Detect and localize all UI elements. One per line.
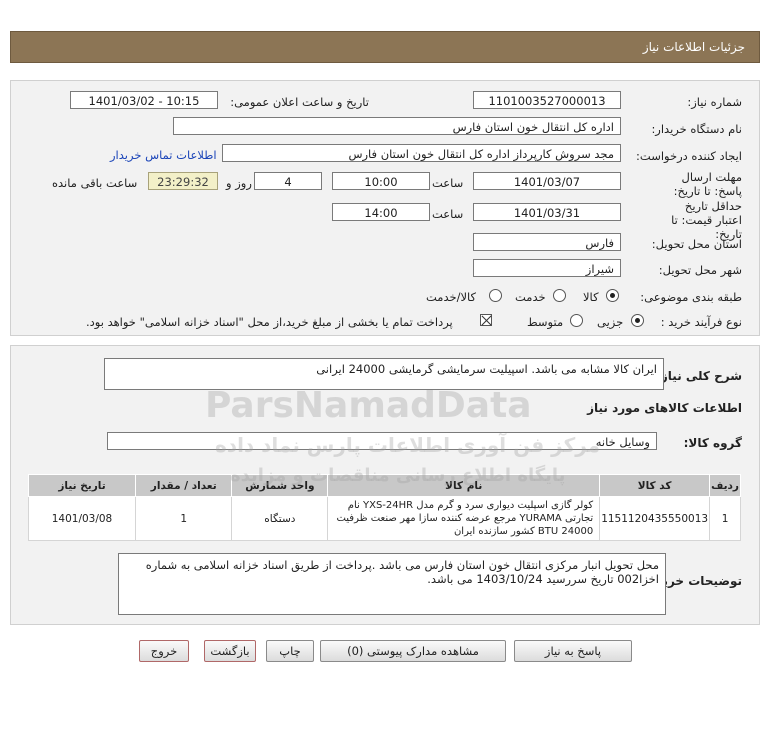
- remaining-time-field: 23:29:32: [148, 172, 218, 190]
- cell-date: 1401/03/08: [28, 496, 136, 541]
- cell-code: 1151120435550013: [599, 496, 711, 541]
- treasury-payment-checkbox[interactable]: [480, 314, 492, 326]
- buyer-contact-link[interactable]: اطلاعات تماس خریدار: [110, 148, 217, 162]
- col-date: تاریخ نیاز: [28, 474, 136, 497]
- category-option-goods-service: کالا/خدمت: [426, 290, 477, 304]
- cell-row: 1: [709, 496, 741, 541]
- announce-label: تاریخ و ساعت اعلان عمومی:: [230, 95, 369, 109]
- cell-qty: 1: [134, 496, 233, 541]
- table-row: 1401/03/08 1 دستگاه کولر گازی اسپلیت دیو…: [28, 496, 741, 541]
- category-option-goods: کالا: [583, 290, 599, 304]
- notes-field: محل تحویل انبار مرکزی انتقال خون استان ف…: [118, 553, 666, 615]
- group-label: گروه کالا:: [683, 436, 742, 450]
- buyer-label: نام دستگاه خریدار:: [651, 122, 742, 136]
- page-title: جزئیات اطلاعات نیاز: [642, 40, 745, 54]
- need-number-label: شماره نیاز:: [687, 95, 742, 109]
- announce-field: 1401/03/02 - 10:15: [70, 91, 218, 109]
- category-radio-goods[interactable]: [606, 289, 619, 302]
- deadline-time-label: ساعت: [432, 176, 464, 190]
- need-number-field: 1101003527000013: [473, 91, 621, 109]
- validity-time-field: 14:00: [332, 203, 430, 221]
- col-row: ردیف: [709, 474, 741, 497]
- print-button[interactable]: چاپ: [266, 640, 314, 662]
- attachments-button[interactable]: مشاهده مدارک پیوستی (0): [320, 640, 506, 662]
- process-radio-medium[interactable]: [570, 314, 583, 327]
- col-unit: واحد شمارش: [231, 474, 329, 497]
- deadline-time-field: 10:00: [332, 172, 430, 190]
- reply-button[interactable]: پاسخ به نیاز: [514, 640, 632, 662]
- header-bar: جزئیات اطلاعات نیاز: [10, 31, 760, 63]
- buyer-field: اداره کل انتقال خون استان فارس: [173, 117, 621, 135]
- back-button[interactable]: بازگشت: [204, 640, 256, 662]
- process-radio-minor[interactable]: [631, 314, 644, 327]
- cell-unit: دستگاه: [231, 496, 329, 541]
- city-field: شیراز: [473, 259, 621, 277]
- col-code: کد کالا: [599, 474, 711, 497]
- validity-date-field: 1401/03/31: [473, 203, 621, 221]
- validity-label: حداقل تاریخ اعتبار قیمت: تا تاریخ:: [671, 199, 742, 241]
- summary-label: شرح کلی نیاز:: [656, 369, 742, 383]
- process-label: نوع فرآیند خرید :: [660, 315, 742, 329]
- remaining-label: ساعت باقی مانده: [52, 176, 138, 190]
- deadline-label: مهلت ارسال پاسخ: تا تاریخ:: [673, 170, 742, 198]
- creator-field: مجد سروش کارپرداز اداره کل انتقال خون اس…: [222, 144, 621, 162]
- goods-table: تاریخ نیاز تعداد / مقدار واحد شمارش نام …: [28, 474, 741, 541]
- province-label: استان محل تحویل:: [651, 237, 742, 251]
- process-option-minor: جزیی: [597, 315, 624, 329]
- treasury-payment-note: پرداخت تمام یا بخشی از مبلغ خرید،از محل …: [86, 315, 453, 329]
- deadline-date-field: 1401/03/07: [473, 172, 621, 190]
- days-label: روز و: [226, 176, 252, 190]
- validity-time-label: ساعت: [432, 207, 464, 221]
- goods-heading: اطلاعات کالاهای مورد نیاز: [587, 401, 742, 415]
- days-field: 4: [254, 172, 322, 190]
- category-radio-service[interactable]: [553, 289, 566, 302]
- group-field: وسایل خانه: [107, 432, 657, 450]
- category-label: طبقه بندی موضوعی:: [640, 290, 742, 304]
- col-name: نام کالا: [327, 474, 601, 497]
- city-label: شهر محل تحویل:: [658, 263, 742, 277]
- process-option-medium: متوسط: [527, 315, 564, 329]
- category-option-service: خدمت: [515, 290, 546, 304]
- cell-name: کولر گازی اسپلیت دیواری سرد و گرم مدل YX…: [327, 496, 601, 541]
- exit-button[interactable]: خروج: [139, 640, 189, 662]
- creator-label: ایجاد کننده درخواست:: [636, 149, 742, 163]
- col-qty: تعداد / مقدار: [134, 474, 233, 497]
- table-header-row: تاریخ نیاز تعداد / مقدار واحد شمارش نام …: [28, 474, 741, 497]
- summary-field: ایران کالا مشابه می باشد. اسپیلیت سرمایش…: [104, 358, 664, 390]
- province-field: فارس: [473, 233, 621, 251]
- category-radio-goods-service[interactable]: [489, 289, 502, 302]
